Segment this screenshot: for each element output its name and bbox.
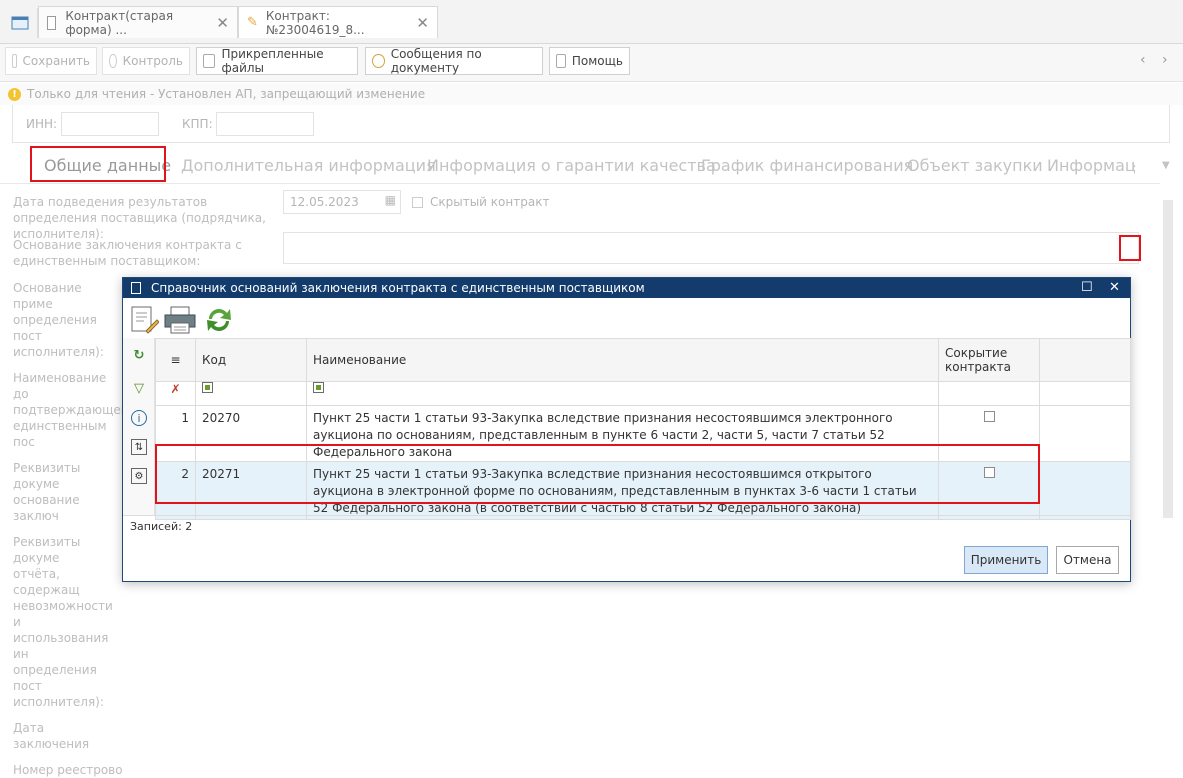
single-supplier-field[interactable] <box>283 232 1139 264</box>
column-menu-icon[interactable]: ≡ <box>155 338 196 382</box>
tab-old-contract[interactable]: Контракт(старая форма) ... ✕ <box>38 6 238 38</box>
help-button[interactable]: Помощь <box>549 47 630 75</box>
column-code[interactable]: Код <box>195 338 307 382</box>
table-header: ≡ Код Наименование Сокрытие контракта <box>155 338 1131 382</box>
divider <box>123 515 1130 516</box>
filter-toggle-icon[interactable] <box>202 382 213 393</box>
records-count: Записей: 2 <box>130 520 193 533</box>
attached-files-button[interactable]: Прикрепленные файлы <box>196 47 358 75</box>
divider <box>0 183 1160 184</box>
column-hide[interactable]: Сокрытие контракта <box>938 338 1040 382</box>
tab-procurement-object[interactable]: Объект закупки <box>907 156 1043 175</box>
readonly-notice: ! Только для чтения - Установлен АП, зап… <box>0 83 1183 105</box>
hidden-contract-label: Скрытый контракт <box>430 195 550 209</box>
tab-label: Контракт(старая форма) ... <box>65 8 174 37</box>
code-filter[interactable] <box>195 381 307 406</box>
edit-document-icon[interactable] <box>129 305 159 335</box>
kpp-label: КПП: <box>182 117 213 131</box>
filter-toggle-icon[interactable] <box>313 382 324 393</box>
single-supplier-label: Основание заключения контракта с единств… <box>13 238 242 268</box>
tab-financing[interactable]: График финансирования <box>701 156 913 175</box>
control-button[interactable]: Контроль <box>102 47 190 75</box>
window-icon <box>11 16 29 30</box>
save-icon <box>12 54 17 68</box>
home-tab[interactable] <box>0 8 38 38</box>
cancel-button[interactable]: Отмена <box>1056 546 1119 574</box>
dialog-title-bar: Справочник оснований заключения контракт… <box>123 278 1130 298</box>
inn-label: ИНН: <box>26 117 58 131</box>
messages-button[interactable]: Сообщения по документу <box>365 47 543 75</box>
hidden-contract-checkbox[interactable] <box>412 197 423 208</box>
prev-arrow-icon[interactable]: ‹ <box>1140 52 1146 68</box>
control-icon <box>109 54 117 68</box>
settings-grid-icon[interactable]: ⚙ <box>131 468 147 484</box>
calendar-icon[interactable]: ▦ <box>385 193 396 207</box>
print-icon[interactable] <box>164 306 196 334</box>
column-name[interactable]: Наименование <box>306 338 939 382</box>
attachment-icon <box>203 54 216 68</box>
apply-button[interactable]: Применить <box>964 546 1048 574</box>
clear-filter-icon[interactable]: ✗ <box>155 381 196 406</box>
inn-field[interactable] <box>61 112 159 136</box>
user-lock-icon <box>372 54 385 68</box>
close-icon[interactable]: ✕ <box>416 14 429 32</box>
column-empty <box>1039 338 1131 382</box>
pencil-icon: ✎ <box>247 15 258 30</box>
save-button[interactable]: Сохранить <box>5 47 97 75</box>
general-tab-highlight <box>30 146 166 182</box>
dialog-icon <box>131 282 141 294</box>
filter-row: ✗ <box>155 381 1131 406</box>
info-icon[interactable]: i <box>131 410 147 426</box>
readonly-text: Только для чтения - Установлен АП, запре… <box>27 87 426 101</box>
help-icon <box>556 54 566 68</box>
tab-info[interactable]: Информац <box>1047 156 1136 175</box>
filter-icon[interactable]: ▽ <box>131 381 147 397</box>
dialog-title: Справочник оснований заключения контракт… <box>151 281 645 295</box>
dialog-sidebar: ↻ ▽ i ⇅ ⚙ <box>123 338 155 516</box>
sort-icon[interactable]: ⇅ <box>131 439 147 455</box>
hide-contract-checkbox[interactable] <box>983 411 995 422</box>
maximize-icon[interactable]: ☐ <box>1081 280 1093 295</box>
tab-additional[interactable]: Дополнительная информация <box>181 156 436 175</box>
close-icon[interactable]: ✕ <box>216 14 229 32</box>
hide-filter[interactable] <box>938 381 1040 406</box>
refresh-icon[interactable] <box>203 305 235 335</box>
warning-icon: ! <box>8 87 21 101</box>
tab-warranty[interactable]: Информация о гарантии качества <box>427 156 716 175</box>
lookup-button-highlight[interactable] <box>1119 235 1141 261</box>
result-date-field[interactable]: 12.05.2023 ▦ <box>283 190 401 214</box>
tab-label: Контракт: №23004619_8... <box>265 8 365 37</box>
dialog-toolbar <box>123 298 1130 338</box>
section-tabs: Общие данные Дополнительная информация И… <box>0 150 1183 182</box>
close-icon[interactable]: ✕ <box>1109 280 1120 295</box>
document-icon <box>47 15 57 30</box>
reference-dialog: Справочник оснований заключения контракт… <box>122 277 1131 582</box>
refresh-small-icon[interactable]: ↻ <box>131 348 147 364</box>
chevron-down-icon[interactable]: ▼ <box>1162 160 1170 171</box>
tab-contract[interactable]: ✎ Контракт: №23004619_8... ✕ <box>238 6 438 38</box>
partial-labels: Основание приме определения пост исполните… <box>13 281 135 777</box>
next-arrow-icon[interactable]: › <box>1162 52 1168 68</box>
result-date-label: Дата подведения результатов определения … <box>13 195 266 241</box>
tabs-scroll-icon[interactable]: › <box>1131 159 1136 174</box>
name-filter[interactable] <box>306 381 939 406</box>
form-scrollbar[interactable] <box>1163 200 1173 518</box>
kpp-field[interactable] <box>216 112 314 136</box>
selected-row-highlight <box>155 444 1040 504</box>
